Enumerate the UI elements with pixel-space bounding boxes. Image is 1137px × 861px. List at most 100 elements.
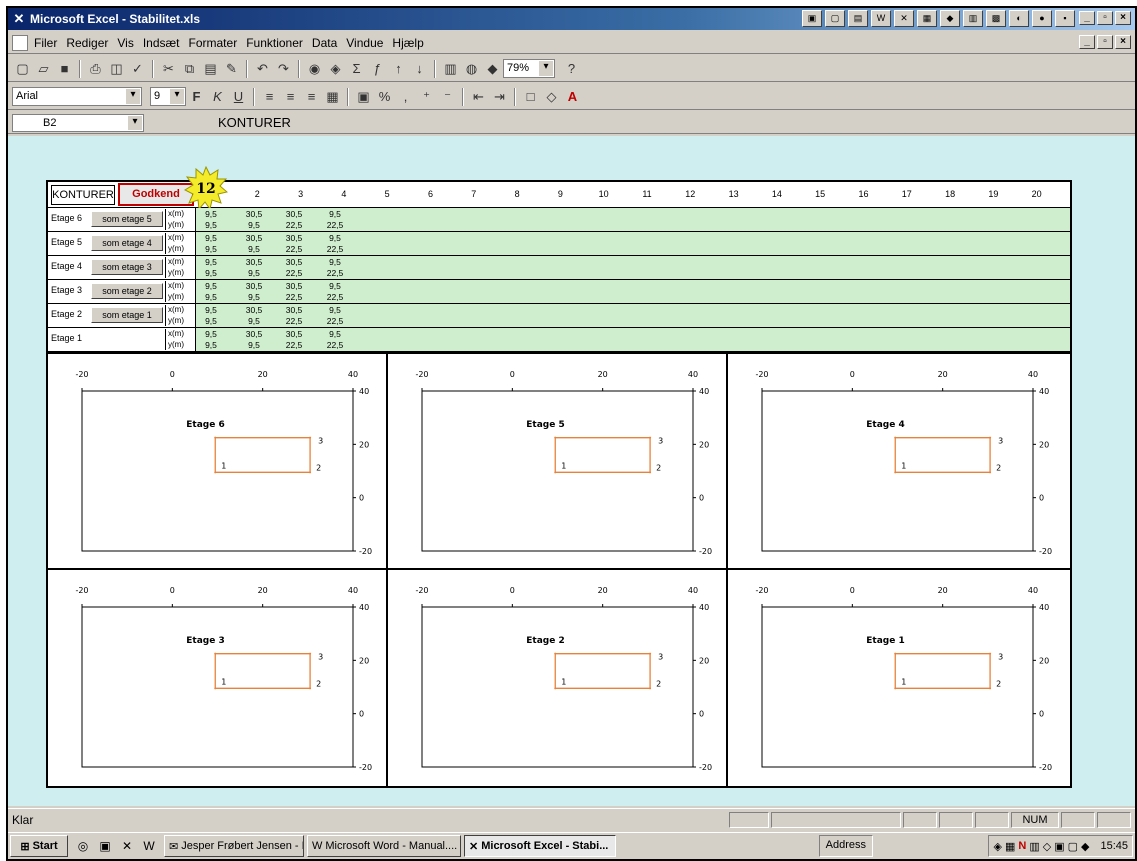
percent-icon[interactable]: % <box>374 87 395 107</box>
map-icon[interactable]: ◍ <box>461 59 482 79</box>
tray-icon[interactable]: ◇ <box>1043 840 1051 853</box>
copy-from-etage-button[interactable]: som etage 2 <box>91 283 163 299</box>
y-value-cell[interactable]: 9,5 <box>240 340 268 350</box>
task-excel[interactable]: ✕ Microsoft Excel - Stabi... <box>464 835 616 857</box>
y-value-cell[interactable]: 9,5 <box>197 244 225 254</box>
y-value-cell[interactable]: 22,5 <box>321 220 349 230</box>
font-size-select[interactable]: 9 <box>150 87 186 106</box>
y-value-cell[interactable]: 22,5 <box>280 268 308 278</box>
y-value-cell[interactable]: 9,5 <box>240 292 268 302</box>
menu-vis[interactable]: Vis <box>117 36 133 50</box>
increase-indent-icon[interactable]: ⇥ <box>489 87 510 107</box>
x-value-cell[interactable]: 9,5 <box>321 281 349 291</box>
menu-data[interactable]: Data <box>312 36 337 50</box>
y-value-cell[interactable]: 22,5 <box>321 340 349 350</box>
autosum-icon[interactable]: Σ <box>346 59 367 79</box>
drawing-icon[interactable]: ◆ <box>482 59 503 79</box>
y-value-cell[interactable]: 22,5 <box>280 292 308 302</box>
tray-icon[interactable]: ◈ <box>993 840 1001 853</box>
font-select[interactable]: Arial <box>12 87 142 106</box>
y-value-cell[interactable]: 9,5 <box>197 268 225 278</box>
y-value-cell[interactable]: 22,5 <box>321 292 349 302</box>
font-color-icon[interactable]: A <box>562 87 583 107</box>
y-value-cell[interactable]: 9,5 <box>197 220 225 230</box>
menu-vindue[interactable]: Vindue <box>346 36 383 50</box>
function-icon[interactable]: ƒ <box>367 59 388 79</box>
menu-hjaelp[interactable]: Hjælp <box>392 36 423 50</box>
office-shortcut-icon[interactable]: ▦ <box>917 10 937 27</box>
task-word[interactable]: W Microsoft Word - Manual.... <box>307 835 461 857</box>
x-value-cell[interactable]: 9,5 <box>321 233 349 243</box>
excel-icon[interactable]: ✕ <box>118 837 136 855</box>
etage-chart[interactable]: -20 0 20 40 40 20 0 -20 Etage 4 1 2 3 <box>728 354 1070 570</box>
zoom-select[interactable]: 79% <box>503 59 555 78</box>
word-icon[interactable]: W <box>140 837 158 855</box>
x-value-cell[interactable]: 30,5 <box>240 209 268 219</box>
align-left-icon[interactable]: ≡ <box>259 87 280 107</box>
y-value-cell[interactable]: 22,5 <box>321 316 349 326</box>
decrease-decimal-icon[interactable]: ⁻ <box>437 87 458 107</box>
office-shortcut-icon[interactable]: ◐ <box>1009 10 1029 27</box>
task-outlook[interactable]: ✉ Jesper Frøbert Jensen - I... <box>164 835 304 857</box>
konturer-cell[interactable]: KONTURER <box>51 185 115 205</box>
y-value-cell[interactable]: 9,5 <box>197 316 225 326</box>
increase-decimal-icon[interactable]: ⁺ <box>416 87 437 107</box>
x-value-cell[interactable]: 30,5 <box>240 281 268 291</box>
italic-icon[interactable]: K <box>207 87 228 107</box>
hyperlink-icon[interactable]: ◉ <box>304 59 325 79</box>
sort-ascending-icon[interactable]: ↑ <box>388 59 409 79</box>
etage-chart[interactable]: -20 0 20 40 40 20 0 -20 Etage 6 1 2 3 <box>48 354 388 570</box>
help-icon[interactable]: ? <box>561 59 582 79</box>
x-value-cell[interactable]: 30,5 <box>240 305 268 315</box>
x-value-cell[interactable]: 9,5 <box>197 281 225 291</box>
tray-icon[interactable]: ▥ <box>1029 840 1039 853</box>
restore-icon[interactable]: ▫ <box>1097 11 1113 25</box>
x-value-cell[interactable]: 30,5 <box>280 305 308 315</box>
undo-icon[interactable]: ↶ <box>252 59 273 79</box>
borders-icon[interactable]: □ <box>520 87 541 107</box>
menu-rediger[interactable]: Rediger <box>66 36 108 50</box>
y-value-cell[interactable]: 9,5 <box>240 268 268 278</box>
tray-icon[interactable]: ▣ <box>1054 840 1064 853</box>
x-value-cell[interactable]: 30,5 <box>280 257 308 267</box>
chart-wizard-icon[interactable]: ▥ <box>440 59 461 79</box>
cut-icon[interactable]: ✂ <box>158 59 179 79</box>
minimize-icon[interactable]: _ <box>1079 11 1095 25</box>
copy-from-etage-button[interactable]: som etage 4 <box>91 235 163 251</box>
y-value-cell[interactable]: 9,5 <box>240 316 268 326</box>
name-box[interactable]: B2 <box>12 113 144 132</box>
start-button[interactable]: ⊞ Start <box>10 835 68 857</box>
restore-icon[interactable]: ▫ <box>1097 35 1113 49</box>
redo-icon[interactable]: ↷ <box>273 59 294 79</box>
x-value-cell[interactable]: 30,5 <box>240 233 268 243</box>
currency-icon[interactable]: ▣ <box>353 87 374 107</box>
copy-from-etage-button[interactable]: som etage 1 <box>91 307 163 323</box>
copy-from-etage-button[interactable]: som etage 5 <box>91 211 163 227</box>
menu-formater[interactable]: Formater <box>189 36 238 50</box>
bold-icon[interactable]: F <box>186 87 207 107</box>
web-toolbar-icon[interactable]: ◈ <box>325 59 346 79</box>
etage-chart[interactable]: -20 0 20 40 40 20 0 -20 Etage 2 1 2 3 <box>388 570 728 786</box>
align-right-icon[interactable]: ≡ <box>301 87 322 107</box>
y-value-cell[interactable]: 22,5 <box>280 244 308 254</box>
copy-icon[interactable]: ⧉ <box>179 59 200 79</box>
minimize-icon[interactable]: _ <box>1079 35 1095 49</box>
office-shortcut-icon[interactable]: ▣ <box>802 10 822 27</box>
y-value-cell[interactable]: 9,5 <box>240 220 268 230</box>
y-value-cell[interactable]: 22,5 <box>321 244 349 254</box>
office-shortcut-icon[interactable]: ▪ <box>1055 10 1075 27</box>
open-icon[interactable]: ▱ <box>33 59 54 79</box>
paste-icon[interactable]: ▤ <box>200 59 221 79</box>
office-shortcut-icon[interactable]: W <box>871 10 891 27</box>
office-shortcut-icon[interactable]: ◆ <box>940 10 960 27</box>
office-shortcut-icon[interactable]: ● <box>1032 10 1052 27</box>
x-value-cell[interactable]: 30,5 <box>240 257 268 267</box>
menu-indsaet[interactable]: Indsæt <box>143 36 180 50</box>
merge-center-icon[interactable]: ▦ <box>322 87 343 107</box>
x-value-cell[interactable]: 9,5 <box>321 257 349 267</box>
spelling-icon[interactable]: ✓ <box>127 59 148 79</box>
show-desktop-icon[interactable]: ▣ <box>96 837 114 855</box>
decrease-indent-icon[interactable]: ⇤ <box>468 87 489 107</box>
format-painter-icon[interactable]: ✎ <box>221 59 242 79</box>
office-shortcut-icon[interactable]: ▩ <box>986 10 1006 27</box>
